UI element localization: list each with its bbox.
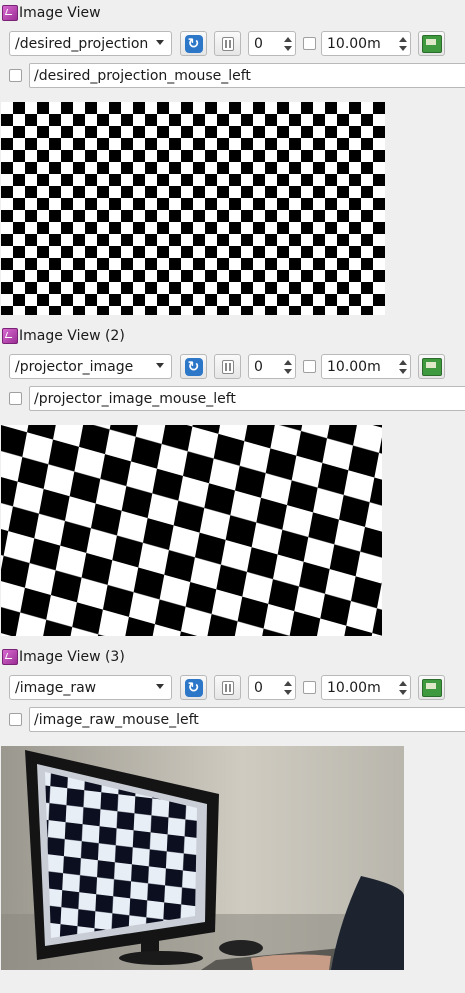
range-value: 10.00m	[327, 358, 381, 375]
image-view-panel-3: Image View (3) /image_raw ↻ 0 10.00m /im…	[0, 646, 465, 972]
spin-arrows-icon[interactable]	[283, 357, 293, 376]
spin-arrows-icon[interactable]	[398, 357, 408, 376]
refresh-icon: ↻	[184, 678, 203, 697]
pause-button[interactable]	[214, 354, 241, 379]
range-value: 10.00m	[327, 679, 381, 696]
save-image-icon	[421, 678, 442, 697]
plugin-icon	[2, 5, 18, 21]
pause-icon	[221, 36, 234, 51]
refresh-button[interactable]: ↻	[180, 354, 207, 379]
range-checkbox[interactable]	[303, 681, 316, 694]
frame-number-value: 0	[254, 35, 263, 52]
image-display[interactable]	[1, 102, 385, 315]
chevron-down-icon	[156, 40, 164, 45]
image-display[interactable]	[1, 425, 382, 636]
frame-number-value: 0	[254, 358, 263, 375]
frame-number-spinbox[interactable]: 0	[248, 31, 296, 56]
refresh-button[interactable]: ↻	[180, 31, 207, 56]
mouse-topic-field[interactable]: /desired_projection_mouse_left	[29, 63, 465, 88]
pause-button[interactable]	[214, 675, 241, 700]
mouse-row: /image_raw_mouse_left	[0, 707, 465, 733]
range-spinbox[interactable]: 10.00m	[321, 675, 411, 700]
spin-arrows-icon[interactable]	[398, 34, 408, 53]
plugin-icon	[2, 328, 18, 344]
panel-title: Image View (3)	[19, 649, 125, 665]
save-image-button[interactable]	[418, 675, 445, 700]
refresh-icon: ↻	[184, 34, 203, 53]
frame-number-value: 0	[254, 679, 263, 696]
mouse-publish-checkbox[interactable]	[9, 69, 22, 82]
chevron-down-icon	[156, 684, 164, 689]
mouse-publish-checkbox[interactable]	[9, 392, 22, 405]
pause-icon	[221, 359, 234, 374]
spin-arrows-icon[interactable]	[283, 34, 293, 53]
topic-dropdown-value: /image_raw	[15, 679, 97, 696]
topic-dropdown-value: /desired_projection	[15, 35, 149, 52]
panel-title-bar[interactable]: Image View (3)	[0, 646, 125, 668]
refresh-button[interactable]: ↻	[180, 675, 207, 700]
mouse-row: /desired_projection_mouse_left	[0, 63, 465, 89]
range-value: 10.00m	[327, 35, 381, 52]
topic-dropdown[interactable]: /projector_image	[9, 354, 172, 379]
spin-arrows-icon[interactable]	[283, 678, 293, 697]
plugin-icon	[2, 649, 18, 665]
mouse-row: /projector_image_mouse_left	[0, 386, 465, 412]
frame-number-spinbox[interactable]: 0	[248, 354, 296, 379]
image-view-panel-1: Image View /desired_projection ↻ 0 10.00…	[0, 2, 465, 320]
range-spinbox[interactable]: 10.00m	[321, 354, 411, 379]
range-checkbox[interactable]	[303, 37, 316, 50]
save-image-icon	[421, 34, 442, 53]
pause-icon	[221, 680, 234, 695]
save-image-button[interactable]	[418, 31, 445, 56]
mouse-topic-field[interactable]: /projector_image_mouse_left	[29, 386, 465, 411]
panel-title-bar[interactable]: Image View	[0, 2, 101, 24]
mouse-topic-field[interactable]: /image_raw_mouse_left	[29, 707, 465, 732]
toolbar: /projector_image ↻ 0 10.00m	[0, 354, 465, 380]
spin-arrows-icon[interactable]	[398, 678, 408, 697]
toolbar: /desired_projection ↻ 0 10.00m	[0, 31, 465, 57]
panel-title: Image View (2)	[19, 328, 125, 344]
warped-checkerboard-image	[1, 425, 382, 636]
topic-dropdown[interactable]: /image_raw	[9, 675, 172, 700]
topic-dropdown[interactable]: /desired_projection	[9, 31, 172, 56]
panel-title-bar[interactable]: Image View (2)	[0, 325, 125, 347]
camera-photo	[1, 746, 404, 970]
topic-dropdown-value: /projector_image	[15, 358, 134, 375]
range-spinbox[interactable]: 10.00m	[321, 31, 411, 56]
mouse-publish-checkbox[interactable]	[9, 713, 22, 726]
save-image-button[interactable]	[418, 354, 445, 379]
panel-title: Image View	[19, 5, 101, 21]
save-image-icon	[421, 357, 442, 376]
pause-button[interactable]	[214, 31, 241, 56]
mouse-topic-value: /projector_image_mouse_left	[34, 390, 236, 407]
chevron-down-icon	[156, 363, 164, 368]
image-view-panel-2: Image View (2) /projector_image ↻ 0 10.0…	[0, 325, 465, 643]
frame-number-spinbox[interactable]: 0	[248, 675, 296, 700]
range-checkbox[interactable]	[303, 360, 316, 373]
image-display[interactable]	[1, 746, 404, 970]
mouse-topic-value: /image_raw_mouse_left	[34, 711, 199, 728]
mouse-topic-value: /desired_projection_mouse_left	[34, 67, 251, 84]
refresh-icon: ↻	[184, 357, 203, 376]
toolbar: /image_raw ↻ 0 10.00m	[0, 675, 465, 701]
